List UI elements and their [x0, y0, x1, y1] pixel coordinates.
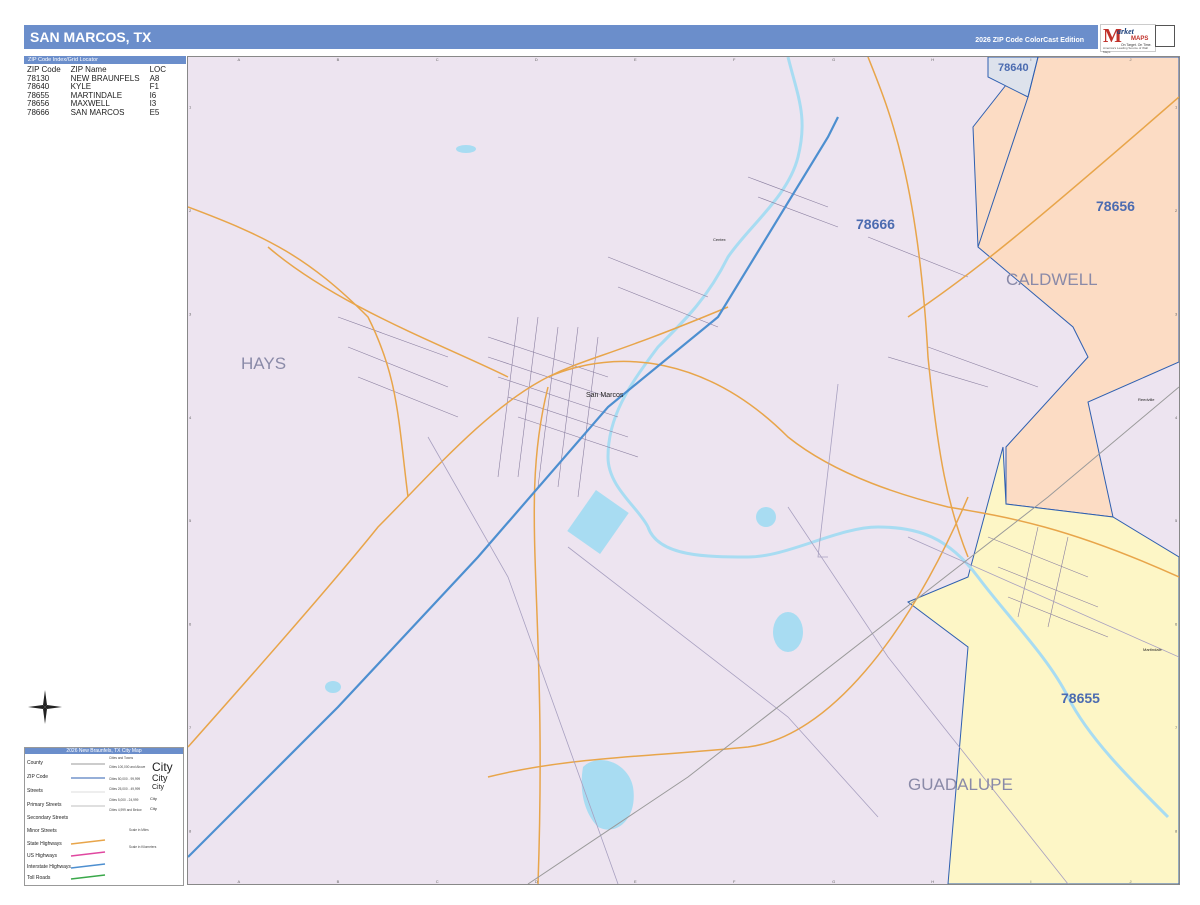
zip-cell: 78666	[27, 107, 50, 117]
county-label-caldwell: CALDWELL	[1006, 270, 1098, 289]
legend-secondary-streets: Secondary Streets	[27, 815, 69, 821]
legend-city-sample-5: City	[150, 806, 157, 811]
zip-index-table: ZIP Code ZIP Name LOC 78130 NEW BRAUNFELS…	[27, 65, 176, 118]
county-label-hays: HAYS	[241, 354, 286, 373]
lake-4	[325, 681, 341, 693]
grid-letter: C	[436, 57, 439, 62]
lake-2	[773, 612, 803, 652]
legend-streets: Streets	[27, 788, 43, 794]
logo-arket: arket	[1117, 27, 1134, 36]
grid-letter: E	[634, 57, 637, 62]
stamp-box	[1155, 25, 1175, 47]
grid-letter: J	[1129, 57, 1131, 62]
grid-letter: G	[832, 879, 835, 884]
zip-label-78655: 78655	[1061, 690, 1100, 706]
map-frame[interactable]: AABBCCDDEEFFGGHHIIJJ1122334455667788 786…	[187, 56, 1180, 885]
legend-county: County	[27, 760, 43, 766]
legend-city-sample-2: City	[152, 773, 168, 783]
grid-letter: D	[535, 57, 538, 62]
grid-letter: D	[535, 879, 538, 884]
grid-letter: H	[931, 57, 934, 62]
legend-zip-code: ZIP Code	[27, 774, 49, 780]
legend-minor-streets: Minor Streets	[27, 828, 57, 834]
lake-3	[756, 507, 776, 527]
legend-interstate-highways: Interstate Highways	[27, 864, 71, 870]
legend-city-sample-3: City	[152, 784, 165, 791]
legend-swatches	[70, 763, 106, 880]
name-cell: SAN MARCOS	[70, 107, 125, 117]
grid-letter: B	[337, 57, 340, 62]
legend-city-size-4: Cities 5,000 - 24,999	[109, 798, 139, 802]
legend-city-size-3: Cities 25,000 - 49,999	[109, 787, 141, 791]
publisher-logo: M arket MAPS On Target. On Time. America…	[1100, 24, 1156, 54]
map-canvas[interactable]: AABBCCDDEEFFGGHHIIJJ1 12 23 34 45 56 67 78 8 786…	[188, 57, 1179, 884]
edition-label: 2026 ZIP Code ColorCast Edition	[975, 37, 1084, 44]
city-label-san-marcos: San Marcos	[586, 392, 624, 399]
lake-5	[456, 145, 476, 153]
grid-letter: I	[1030, 57, 1031, 62]
loc-cell: E5	[149, 107, 160, 117]
place-label-centex: Centex	[713, 237, 726, 242]
title-bar: SAN MARCOS, TX 2026 ZIP Code ColorCast E…	[24, 25, 1098, 49]
zip-index: ZIP Code Index/Grid Locator ZIP Code ZIP…	[24, 56, 186, 118]
grid-letter: B	[337, 879, 340, 884]
legend-city-sample-4: City	[150, 796, 157, 801]
place-label-reedville: Reedville	[1138, 397, 1155, 402]
grid-letter: I	[1030, 879, 1031, 884]
grid-letter: J	[1129, 879, 1131, 884]
legend-toll-roads: Toll Roads	[27, 875, 51, 881]
legend-primary-streets: Primary Streets	[27, 802, 62, 808]
compass-rose-icon	[28, 690, 62, 724]
grid-letter: H	[931, 879, 934, 884]
place-label-martindale: Martindale	[1143, 647, 1162, 652]
logo-maps: MAPS	[1131, 36, 1149, 42]
grid-letter: A	[238, 879, 241, 884]
grid-letter: E	[634, 879, 637, 884]
legend-cities-heading: Cities and Towns	[109, 756, 134, 760]
zip-label-78666: 78666	[856, 216, 895, 232]
logo-subtitle: America's Leading Source of Wall Maps	[1103, 46, 1148, 54]
legend-city-size-5: Cities 4,999 and Below	[109, 808, 142, 812]
county-label-guadalupe: GUADALUPE	[908, 775, 1013, 794]
legend-city-sample-1: City	[152, 760, 173, 774]
map-title: SAN MARCOS, TX	[30, 29, 152, 45]
grid-letter: C	[436, 879, 439, 884]
legend-scale-miles: Scale in Miles	[129, 828, 149, 832]
legend-heading: 2026 New Braunfels, TX City Map	[25, 748, 183, 754]
grid-letter: A	[238, 57, 241, 62]
legend-state-highways: State Highways	[27, 841, 62, 847]
grid-letter: G	[832, 57, 835, 62]
legend-city-size-1: Cities 100,000 and Above	[109, 765, 146, 769]
legend-city-size-2: Cities 50,000 - 99,999	[109, 777, 141, 781]
zip-label-78640: 78640	[998, 62, 1029, 74]
legend-scale-km: Scale in Kilometers	[129, 845, 157, 849]
zip-index-heading: ZIP Code Index/Grid Locator	[24, 56, 186, 64]
zip-label-78656: 78656	[1096, 198, 1135, 214]
legend-us-highways: US Highways	[27, 853, 58, 859]
table-row: 78666 SAN MARCOS E5	[27, 107, 176, 118]
